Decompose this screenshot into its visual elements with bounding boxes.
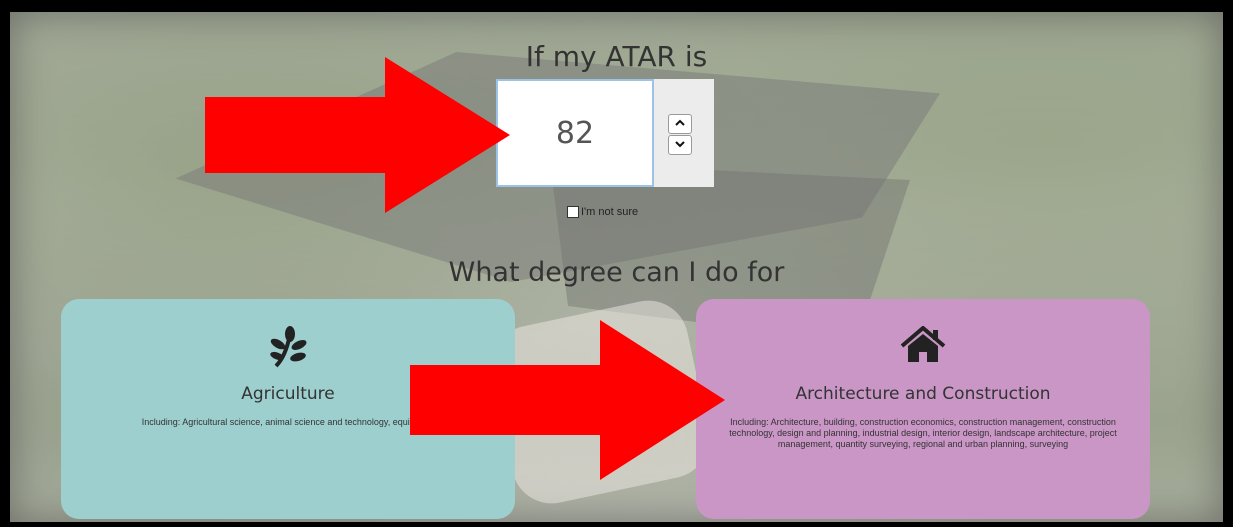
degree-heading: What degree can I do for	[448, 257, 785, 288]
annotation-arrow-architecture	[410, 320, 725, 480]
house-icon	[696, 325, 1150, 369]
page-frame: If my ATAR is 82 I'm not sure What degre…	[10, 12, 1223, 522]
atar-heading: If my ATAR is	[525, 40, 708, 73]
not-sure-checkbox[interactable]	[567, 206, 579, 218]
atar-stepper	[654, 79, 714, 187]
card-description: Including: Architecture, building, const…	[729, 417, 1117, 449]
decrement-button[interactable]	[668, 135, 692, 155]
atar-input[interactable]: 82	[496, 79, 654, 187]
increment-button[interactable]	[668, 114, 692, 134]
not-sure-option[interactable]: I'm not sure	[567, 206, 638, 218]
card-architecture-construction[interactable]: Architecture and Construction Including:…	[696, 299, 1150, 519]
annotation-arrow-atar	[205, 57, 510, 213]
card-title: Architecture and Construction	[795, 384, 1051, 404]
not-sure-label: I'm not sure	[581, 206, 639, 218]
chevron-down-icon	[675, 141, 685, 148]
chevron-up-icon	[675, 119, 685, 126]
